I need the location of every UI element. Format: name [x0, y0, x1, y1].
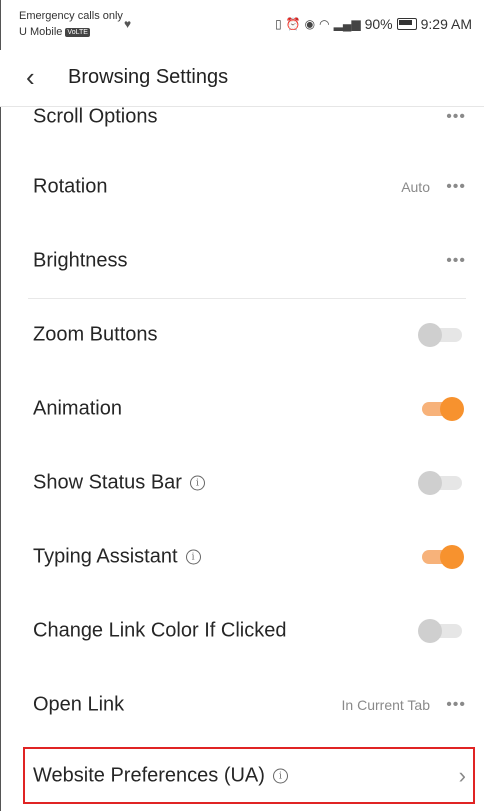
more-options-icon[interactable]: ••• [446, 108, 466, 126]
setting-label: Rotation [33, 175, 108, 198]
heart-rate-icon: ♥ [124, 17, 132, 31]
animation-toggle[interactable] [418, 397, 464, 421]
more-options-icon[interactable]: ••• [446, 252, 466, 270]
info-icon[interactable]: i [189, 475, 205, 491]
carrier-name-row: U Mobile VoLTE [19, 26, 90, 38]
setting-label: Zoom Buttons [33, 323, 158, 346]
more-options-icon[interactable]: ••• [446, 696, 466, 714]
status-icons: ▯ ⏰ ◉ ◠ ▂▄▆ 90% 9:29 AM [275, 16, 472, 32]
setting-label: Show Status Bar [33, 471, 182, 494]
zoom-buttons-toggle[interactable] [418, 323, 464, 347]
setting-label: Typing Assistant [33, 545, 178, 568]
info-icon[interactable]: i [185, 549, 201, 565]
highlight-box [23, 747, 475, 804]
setting-label: Brightness [33, 249, 128, 272]
show-status-bar-toggle[interactable] [418, 471, 464, 495]
page-title: Browsing Settings [68, 66, 229, 88]
setting-zoom-buttons: Zoom Buttons [0, 298, 484, 372]
eye-icon: ◉ [304, 17, 316, 31]
setting-rotation[interactable]: Rotation Auto ••• [0, 150, 484, 224]
setting-value: Auto [401, 179, 430, 195]
clock: 9:29 AM [420, 16, 472, 32]
carrier-status: Emergency calls only [19, 10, 123, 22]
carrier-name: U Mobile [19, 26, 63, 38]
setting-typing-assistant: Typing Assistant i [0, 520, 484, 594]
setting-label-with-info: Typing Assistant i [33, 546, 201, 569]
setting-label: Scroll Options [33, 105, 158, 128]
typing-assistant-toggle[interactable] [418, 545, 464, 569]
status-bar: Emergency calls only U Mobile VoLTE ♥ ▯ … [0, 0, 484, 50]
setting-label: Open Link [33, 693, 125, 716]
battery-percent: 90% [364, 16, 393, 32]
setting-change-link-color: Change Link Color If Clicked [0, 594, 484, 668]
wifi-icon: ◠ [319, 17, 330, 31]
setting-value: In Current Tab [341, 697, 430, 713]
signal-icon: ▂▄▆ [333, 17, 361, 31]
change-link-color-toggle[interactable] [418, 619, 464, 643]
setting-label: Animation [33, 397, 122, 420]
back-arrow-icon[interactable]: ‹ [26, 62, 35, 93]
setting-brightness[interactable]: Brightness ••• [0, 224, 484, 298]
battery-icon [396, 18, 417, 30]
setting-label: Change Link Color If Clicked [33, 619, 287, 642]
vibrate-icon: ▯ [275, 17, 282, 31]
setting-animation: Animation [0, 372, 484, 446]
alarm-icon: ⏰ [285, 17, 301, 31]
setting-label-with-info: Show Status Bar i [33, 472, 205, 495]
setting-open-link[interactable]: Open Link In Current Tab ••• [0, 668, 484, 742]
app-header: ‹ Browsing Settings [0, 50, 484, 107]
volte-badge: VoLTE [65, 27, 90, 37]
setting-show-status-bar: Show Status Bar i [0, 446, 484, 520]
more-options-icon[interactable]: ••• [446, 178, 466, 196]
